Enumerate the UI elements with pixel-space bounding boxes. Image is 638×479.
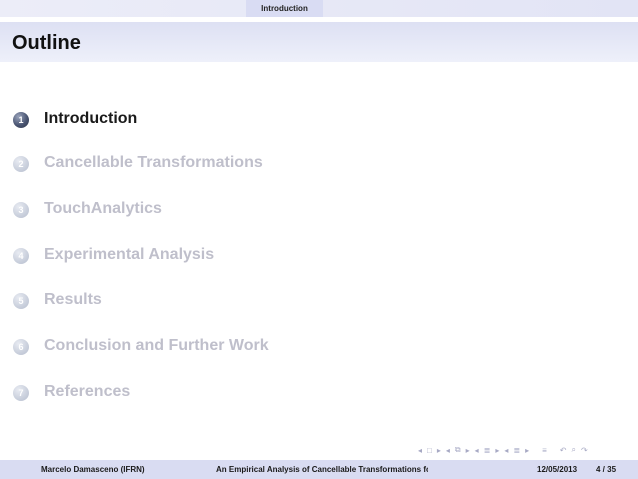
prev-arrow-icon[interactable]: ◂ xyxy=(418,446,422,455)
section-number-ball: 3 xyxy=(13,202,29,218)
prev-arrow-icon[interactable]: ◂ xyxy=(504,446,508,455)
next-arrow-icon[interactable]: ▸ xyxy=(525,446,529,455)
next-arrow-icon[interactable]: ▸ xyxy=(437,446,441,455)
section-number-ball: 2 xyxy=(13,156,29,172)
next-arrow-icon[interactable]: ▸ xyxy=(495,446,499,455)
section-icon[interactable]: ≣ xyxy=(484,446,491,455)
footer-bar: Marcelo Damasceno (IFRN) An Empirical An… xyxy=(0,460,638,479)
frame-icon[interactable]: □ xyxy=(427,446,432,455)
toc-item-label: Cancellable Transformations xyxy=(44,154,263,171)
undo-icon[interactable]: ↶ xyxy=(560,446,567,455)
toc-item-touchanalytics[interactable]: 3 TouchAnalytics xyxy=(0,198,600,224)
prev-arrow-icon[interactable]: ◂ xyxy=(446,446,450,455)
section-icon[interactable]: ≣ xyxy=(513,446,520,455)
toc-item-introduction[interactable]: 1 Introduction xyxy=(0,108,600,134)
toc-item-cancellable-transformations[interactable]: 2 Cancellable Transformations xyxy=(0,152,600,178)
toc-item-label: Results xyxy=(44,291,102,308)
next-arrow-icon[interactable]: ▸ xyxy=(466,446,470,455)
subsection-icon[interactable]: ⧉ xyxy=(455,445,461,455)
footer-page-number: 4 / 35 xyxy=(596,465,617,474)
beamer-navigation-symbols: ◂ □ ▸ ◂ ⧉ ▸ ◂ ≣ ▸ ◂ ≣ ▸ ≡ ↶ ⌕ ↷ xyxy=(418,445,588,455)
section-number-ball: 1 xyxy=(13,112,29,128)
footer-author: Marcelo Damasceno (IFRN) xyxy=(41,465,145,474)
section-number-ball: 6 xyxy=(13,339,29,355)
toc-item-label: Introduction xyxy=(44,110,138,127)
toc-item-label: References xyxy=(44,383,131,400)
toc-item-experimental-analysis[interactable]: 4 Experimental Analysis xyxy=(0,244,600,270)
search-icon[interactable]: ⌕ xyxy=(571,445,575,455)
section-number-ball: 7 xyxy=(13,385,29,401)
toc-item-conclusion[interactable]: 6 Conclusion and Further Work xyxy=(0,335,600,361)
toc-item-references[interactable]: 7 References xyxy=(0,381,600,407)
align-icon[interactable]: ≡ xyxy=(542,446,547,455)
footer-date: 12/05/2013 xyxy=(537,465,578,474)
prev-arrow-icon[interactable]: ◂ xyxy=(475,446,479,455)
toc-item-label: Conclusion and Further Work xyxy=(44,337,269,354)
toc-item-label: TouchAnalytics xyxy=(44,200,162,217)
toc-item-results[interactable]: 5 Results xyxy=(0,289,600,315)
section-number-ball: 4 xyxy=(13,248,29,264)
footer-title: An Empirical Analysis of Cancellable Tra… xyxy=(216,465,428,474)
section-number-ball: 5 xyxy=(13,293,29,309)
toc-item-label: Experimental Analysis xyxy=(44,246,215,263)
table-of-contents: 1 Introduction 2 Cancellable Transformat… xyxy=(0,0,638,479)
redo-icon[interactable]: ↷ xyxy=(581,446,588,455)
